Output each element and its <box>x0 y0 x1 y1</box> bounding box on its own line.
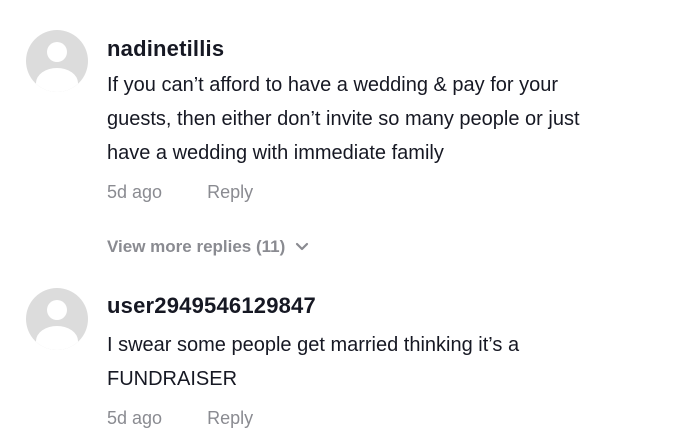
comment-text-line: FUNDRAISER <box>107 368 238 390</box>
comment-text-line: I swear some people get married thinking… <box>107 334 520 356</box>
avatar-body-shape <box>36 326 78 350</box>
avatar-body-shape <box>36 68 78 92</box>
avatar[interactable] <box>26 288 88 350</box>
avatar-head-shape <box>47 42 67 62</box>
comments-panel: nadinetillis If you can’t afford to have… <box>0 0 700 447</box>
comment-username[interactable]: nadinetillis <box>107 36 224 62</box>
view-more-replies-label: View more replies (11) <box>107 237 286 256</box>
reply-button[interactable]: Reply <box>207 408 253 428</box>
comment-text: If you can’t afford to have a wedding & … <box>107 68 687 170</box>
comment-text-line: have a wedding with immediate family <box>107 142 444 164</box>
comment-timestamp: 5d ago <box>107 408 163 428</box>
comment-text-line: guests, then either don’t invite so many… <box>107 108 580 130</box>
comment-timestamp: 5d ago <box>107 182 163 202</box>
comment-username[interactable]: user2949546129847 <box>107 293 316 319</box>
comment-meta: 5d ago Reply <box>107 182 253 203</box>
avatar[interactable] <box>26 30 88 92</box>
reply-button[interactable]: Reply <box>207 182 253 202</box>
comment-meta: 5d ago Reply <box>107 408 253 429</box>
comment-text: I swear some people get married thinking… <box>107 328 687 396</box>
comment-text-line: If you can’t afford to have a wedding & … <box>107 74 559 96</box>
avatar-head-shape <box>47 300 67 320</box>
view-more-replies-button[interactable]: View more replies (11) <box>107 237 309 257</box>
chevron-down-icon <box>296 242 309 251</box>
